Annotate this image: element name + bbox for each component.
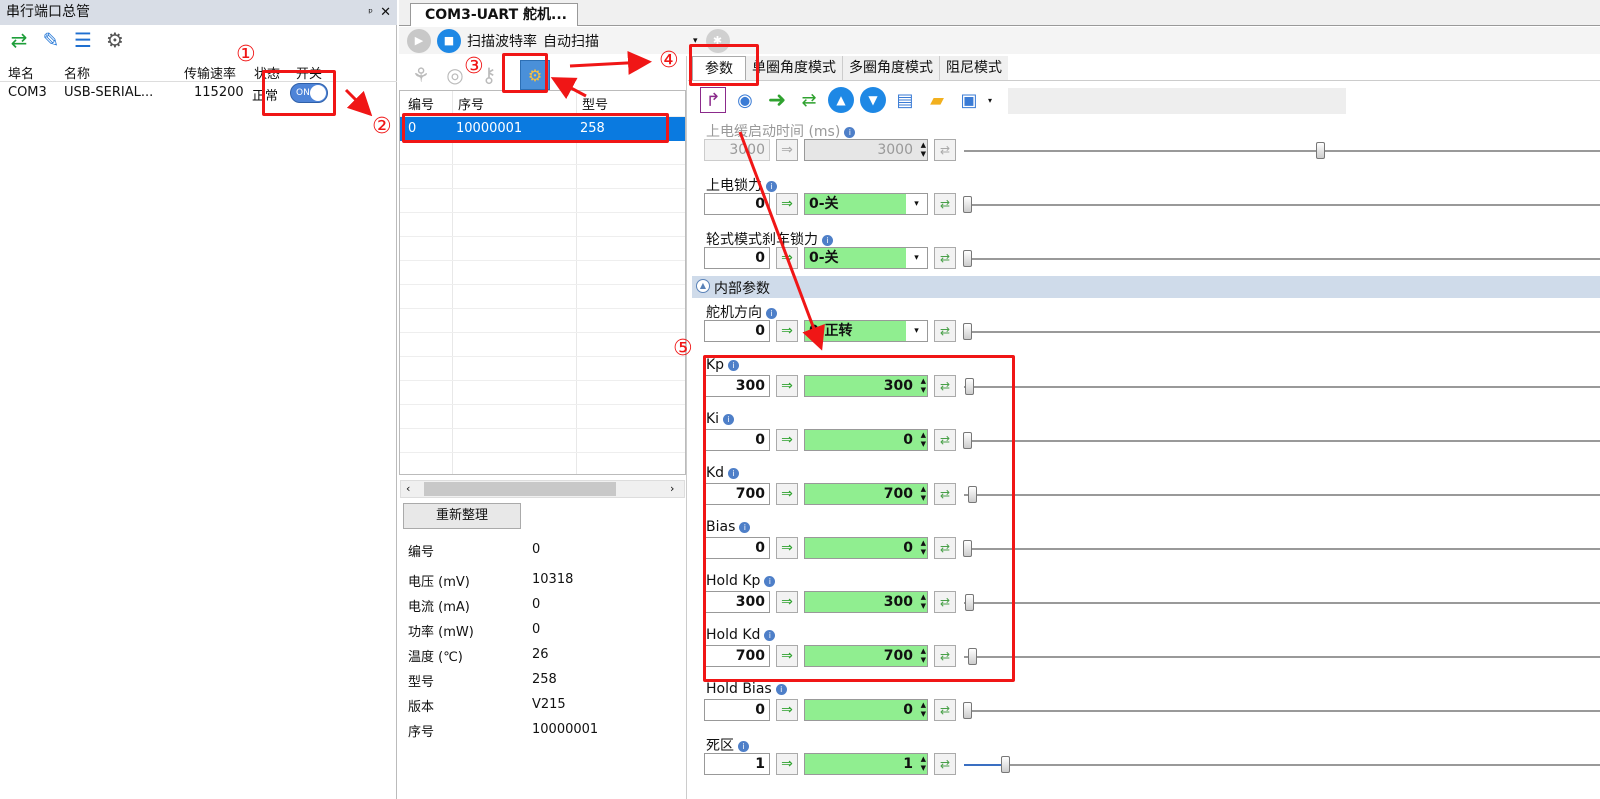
arrow-1	[344, 88, 373, 117]
arrow-2	[550, 77, 587, 100]
arrow-3	[569, 50, 652, 75]
arrow-4	[738, 131, 825, 351]
annotation-arrows	[344, 50, 825, 351]
